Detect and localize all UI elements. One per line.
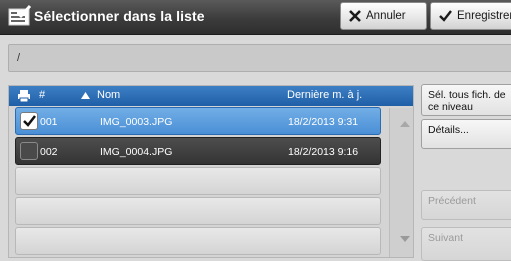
cancel-button[interactable]: Annuler (340, 2, 427, 30)
cancel-label: Annuler (366, 10, 406, 22)
row-number: 002 (40, 146, 58, 158)
checkbox-checked[interactable] (20, 112, 38, 130)
scroll-up-icon[interactable] (400, 121, 410, 127)
table-row[interactable]: 001 IMG_0003.JPG 18/2/2013 9:31 (15, 107, 381, 135)
page-title: Sélectionner dans la liste (34, 8, 205, 24)
save-button[interactable]: Enregistrer (430, 2, 511, 30)
next-button[interactable]: Suivant (421, 227, 511, 261)
empty-row (15, 167, 381, 195)
file-list: # Nom Dernière m. à j. 001 IMG_0003.JPG … (8, 85, 414, 258)
list-select-icon (8, 5, 32, 26)
previous-button[interactable]: Précédent (421, 190, 511, 220)
row-number: 001 (40, 116, 58, 128)
title-bar: Sélectionner dans la liste Annuler Enreg… (0, 0, 511, 35)
checkmark-icon (23, 115, 36, 127)
empty-row (15, 197, 381, 225)
column-header-name[interactable]: Nom (97, 89, 120, 101)
row-modified: 18/2/2013 9:31 (288, 116, 359, 128)
scroll-down-icon[interactable] (400, 236, 410, 242)
printer-icon (18, 90, 30, 103)
close-icon (349, 10, 361, 22)
checkbox-unchecked[interactable] (20, 142, 38, 160)
row-name: IMG_0003.JPG (100, 116, 173, 128)
save-label: Enregistrer (457, 10, 511, 22)
column-header-modified[interactable]: Dernière m. à j. (287, 89, 362, 101)
select-all-button[interactable]: Sél. tous fich. de ce niveau (421, 84, 511, 116)
path-text: / (17, 52, 21, 64)
scrollbar[interactable] (389, 108, 413, 257)
row-name: IMG_0004.JPG (100, 146, 173, 158)
details-button[interactable]: Détails... (421, 119, 511, 149)
sort-ascending-icon[interactable] (81, 92, 90, 99)
checkmark-icon (439, 10, 452, 22)
table-row[interactable]: 002 IMG_0004.JPG 18/2/2013 9:16 (15, 137, 381, 165)
list-header: # Nom Dernière m. à j. (9, 86, 413, 106)
path-field: / (8, 44, 511, 72)
empty-row (15, 227, 381, 255)
column-header-number[interactable]: # (39, 89, 45, 101)
row-modified: 18/2/2013 9:16 (288, 146, 359, 158)
